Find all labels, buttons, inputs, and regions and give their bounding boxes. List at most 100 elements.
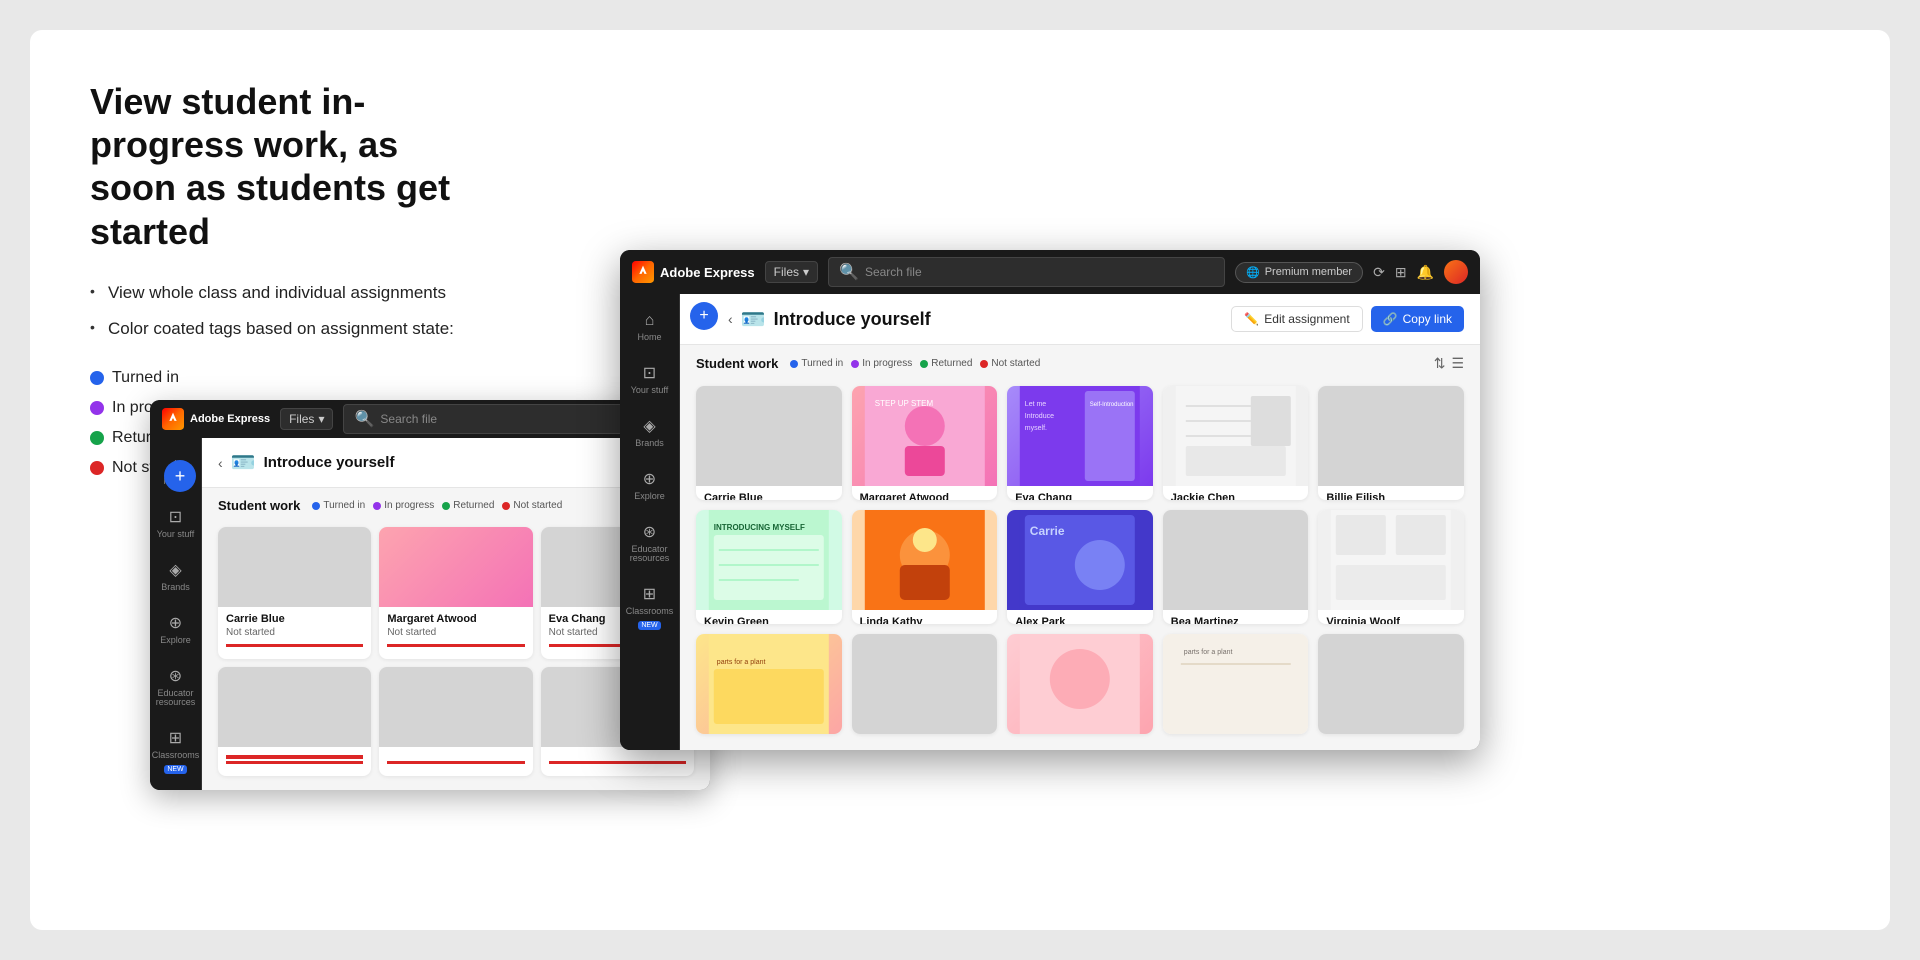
ae-window-foreground: Adobe Express Files ▾ 🔍 Search file 🌐 Pr… bbox=[620, 250, 1480, 750]
student-card-r3-2[interactable] bbox=[852, 634, 998, 734]
legend-dot-3 bbox=[442, 502, 450, 510]
copy-link-button[interactable]: 🔗 Copy link bbox=[1371, 306, 1464, 332]
sidebar-edu-label-fg: Educator resources bbox=[628, 545, 672, 565]
card-status-bg-6 bbox=[549, 755, 686, 759]
jackie-artwork bbox=[1163, 386, 1309, 486]
sidebar-edu-bg[interactable]: ⊛ Educator resources bbox=[150, 658, 202, 717]
card-thumb-linda bbox=[852, 510, 998, 610]
grid-icon[interactable]: ⊞ bbox=[1395, 264, 1407, 281]
ae-main-fg: ⌂ Home ⊡ Your stuff ◈ Brands ⊕ Explore ⊛ bbox=[620, 294, 1480, 750]
card-thumb-eva: Let me Introduce myself. Self-Introducti… bbox=[1007, 386, 1153, 486]
home-icon-fg: ⌂ bbox=[645, 312, 655, 330]
files-dropdown-fg[interactable]: Files ▾ bbox=[765, 261, 818, 283]
sidebar-explore-fg[interactable]: ⊕ Explore bbox=[624, 461, 676, 510]
student-card-bg-4[interactable] bbox=[218, 667, 371, 776]
edit-assignment-button[interactable]: ✏️ Edit assignment bbox=[1231, 306, 1362, 332]
sidebar-edu-fg[interactable]: ⊛ Educator resources bbox=[624, 514, 676, 573]
card-info-billie: Billie Eilish Not started bbox=[1318, 486, 1464, 500]
sidebar-stuff-fg[interactable]: ⊡ Your stuff bbox=[624, 355, 676, 404]
student-card-billie[interactable]: Billie Eilish Not started bbox=[1318, 386, 1464, 500]
student-card-jackie[interactable]: Jackie Chen Turned in bbox=[1163, 386, 1309, 500]
svg-text:parts for a plant: parts for a plant bbox=[1184, 649, 1233, 656]
sidebar-home-label-fg: Home bbox=[637, 333, 661, 343]
card-thumb-margaret: STEP UP STEM bbox=[852, 386, 998, 486]
sort-icon[interactable]: ⇅ bbox=[1434, 355, 1446, 372]
sw-title-bg: Student work bbox=[218, 498, 300, 513]
edit-icon: ✏️ bbox=[1244, 312, 1259, 326]
student-card-r3-4[interactable]: parts for a plant bbox=[1163, 634, 1309, 734]
student-card-margaret[interactable]: STEP UP STEM Margaret Atwood In progress bbox=[852, 386, 998, 500]
student-card-r3-3[interactable] bbox=[1007, 634, 1153, 734]
search-icon-bg: 🔍 bbox=[354, 409, 374, 429]
student-card-eva[interactable]: Let me Introduce myself. Self-Introducti… bbox=[1007, 386, 1153, 500]
files-dropdown-bg[interactable]: Files ▾ bbox=[280, 408, 333, 430]
card-status-bg-1: Not started bbox=[226, 627, 363, 642]
student-card-virginia[interactable]: Virginia Woolf Turned in bbox=[1318, 510, 1464, 624]
topbar-right-fg: 🌐 Premium member ⟳ ⊞ 🔔 bbox=[1235, 260, 1468, 284]
card-bar-bg-4 bbox=[226, 761, 363, 764]
card-thumb-r3-3 bbox=[1007, 634, 1153, 734]
list-icon[interactable]: ☰ bbox=[1451, 355, 1464, 372]
card-thumb-jackie bbox=[1163, 386, 1309, 486]
sidebar-brands-fg[interactable]: ◈ Brands bbox=[624, 408, 676, 457]
stuff-icon-bg: ⊡ bbox=[169, 507, 182, 527]
classrooms-icon-fg: ⊞ bbox=[643, 584, 656, 604]
student-card-bg-1[interactable]: Carrie Blue Not started bbox=[218, 527, 371, 659]
sidebar-stuff-bg[interactable]: ⊡ Your stuff bbox=[150, 499, 202, 548]
card-thumb-billie bbox=[1318, 386, 1464, 486]
sidebar-classrooms-bg[interactable]: ⊞ Classrooms NEW bbox=[150, 720, 202, 782]
legend-dot-fg-2 bbox=[851, 360, 859, 368]
student-card-r3-5[interactable] bbox=[1318, 634, 1464, 734]
ae-logo-bg: Adobe Express bbox=[162, 408, 270, 430]
bullet-item-1: View whole class and individual assignme… bbox=[90, 283, 470, 303]
assignment-header-fg: ‹ 🪪 Introduce yourself ✏️ Edit assignmen… bbox=[680, 294, 1480, 345]
user-avatar[interactable] bbox=[1444, 260, 1468, 284]
student-card-carrie[interactable]: Carrie Blue Not started bbox=[696, 386, 842, 500]
bullet-list: View whole class and individual assignme… bbox=[90, 283, 470, 339]
back-button-fg[interactable]: ‹ bbox=[728, 311, 733, 327]
back-button-bg[interactable]: ‹ bbox=[218, 455, 223, 471]
legend-dot-fg-1 bbox=[790, 360, 798, 368]
card-name-jackie: Jackie Chen bbox=[1171, 492, 1301, 500]
card-info-bg-1: Carrie Blue Not started bbox=[218, 607, 371, 651]
sidebar-explore-bg[interactable]: ⊕ Explore bbox=[150, 605, 202, 654]
sidebar-brands-label-fg: Brands bbox=[635, 439, 664, 449]
student-card-alex[interactable]: Carrie Alex Park Returned bbox=[1007, 510, 1153, 624]
card-info-alex: Alex Park Returned bbox=[1007, 610, 1153, 624]
card-thumb-r3-2 bbox=[852, 634, 998, 734]
card-thumb-kevin: INTRODUCING MYSELF bbox=[696, 510, 842, 610]
student-card-r3-1[interactable]: parts for a plant bbox=[696, 634, 842, 734]
sidebar-classrooms-fg[interactable]: ⊞ Classrooms NEW bbox=[624, 576, 676, 638]
card-thumb-bg-5 bbox=[379, 667, 532, 747]
margaret-artwork: STEP UP STEM bbox=[852, 386, 998, 486]
alex-artwork: Carrie bbox=[1007, 510, 1153, 610]
search-placeholder-bg: Search file bbox=[380, 412, 437, 426]
bell-icon[interactable]: 🔔 bbox=[1417, 264, 1434, 281]
refresh-icon[interactable]: ⟳ bbox=[1373, 264, 1385, 281]
card-name-alex: Alex Park bbox=[1015, 616, 1145, 624]
student-card-bg-5[interactable] bbox=[379, 667, 532, 776]
classrooms-new-badge-bg: NEW bbox=[164, 765, 186, 774]
dot-in-progress bbox=[90, 401, 104, 415]
edu-icon-fg: ⊛ bbox=[643, 522, 656, 542]
search-bar-fg[interactable]: 🔍 Search file bbox=[828, 257, 1225, 287]
card-info-bg-2: Margaret Atwood Not started bbox=[379, 607, 532, 651]
student-card-kevin[interactable]: INTRODUCING MYSELF Kevin Green In progre… bbox=[696, 510, 842, 624]
student-card-linda[interactable]: Linda Kathy Turned in bbox=[852, 510, 998, 624]
card-name-margaret: Margaret Atwood bbox=[860, 492, 990, 500]
tag-label-turned-in: Turned in bbox=[112, 369, 179, 387]
card-thumb-bg-2 bbox=[379, 527, 532, 607]
card-name-bg-2: Margaret Atwood bbox=[387, 613, 524, 625]
card-info-eva: Eva Chang Turned in bbox=[1007, 486, 1153, 500]
sidebar-home-fg[interactable]: ⌂ Home bbox=[624, 304, 676, 351]
svg-text:Self-Introduction: Self-Introduction bbox=[1090, 402, 1134, 408]
card-info-margaret: Margaret Atwood In progress bbox=[852, 486, 998, 500]
student-card-bg-2[interactable]: Margaret Atwood Not started bbox=[379, 527, 532, 659]
sidebar-stuff-label-fg: Your stuff bbox=[631, 386, 669, 396]
student-work-header-fg: Student work Turned in In progress Retur… bbox=[680, 345, 1480, 378]
student-card-bea[interactable]: Bea Martinez Not started bbox=[1163, 510, 1309, 624]
plus-button-fg[interactable]: + bbox=[690, 302, 718, 330]
sidebar-explore-label-fg: Explore bbox=[634, 492, 665, 502]
sidebar-brands-bg[interactable]: ◈ Brands bbox=[150, 552, 202, 601]
edu-icon-bg: ⊛ bbox=[169, 666, 182, 686]
